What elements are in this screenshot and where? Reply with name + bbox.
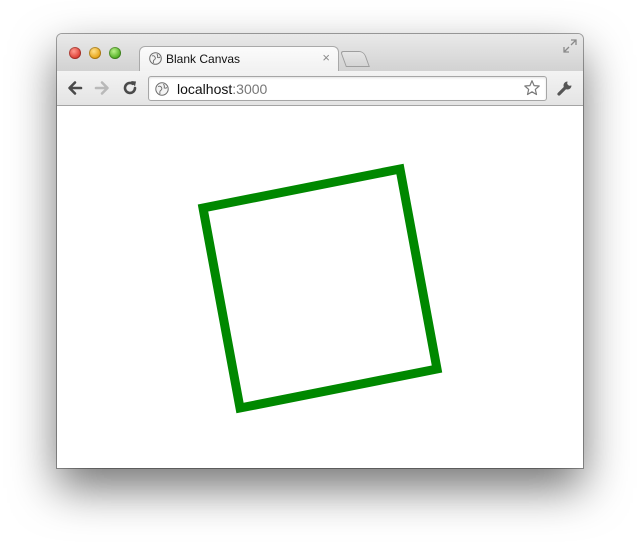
- back-arrow-icon[interactable]: [66, 79, 84, 97]
- url-host: localhost: [177, 81, 233, 97]
- page-content: [57, 106, 583, 468]
- tab-blank-canvas[interactable]: Blank Canvas ×: [139, 46, 339, 72]
- close-window-button[interactable]: [69, 47, 81, 59]
- address-bar[interactable]: localhost:3000: [148, 76, 547, 101]
- canvas: [197, 163, 443, 414]
- screenshot-stage: Blank Canvas × localhost:3000: [0, 0, 640, 547]
- tab-title: Blank Canvas: [166, 52, 241, 66]
- minimize-window-button[interactable]: [89, 47, 101, 59]
- zoom-window-button[interactable]: [109, 47, 121, 59]
- reload-icon[interactable]: [121, 79, 139, 97]
- url-port: :3000: [232, 81, 268, 97]
- title-bar: Blank Canvas ×: [57, 34, 583, 72]
- toolbar: localhost:3000: [57, 71, 583, 106]
- close-tab-icon[interactable]: ×: [322, 51, 330, 65]
- wrench-icon[interactable]: [556, 79, 574, 97]
- fullscreen-icon[interactable]: [563, 39, 577, 53]
- url-text: localhost:3000: [177, 81, 267, 97]
- forward-arrow-icon[interactable]: [93, 79, 111, 97]
- new-tab-button[interactable]: [340, 51, 370, 67]
- green-square-outline: [197, 163, 443, 414]
- star-icon[interactable]: [523, 79, 541, 97]
- globe-icon: [149, 52, 162, 65]
- globe-icon: [155, 82, 169, 96]
- browser-window: Blank Canvas × localhost:3000: [57, 34, 583, 468]
